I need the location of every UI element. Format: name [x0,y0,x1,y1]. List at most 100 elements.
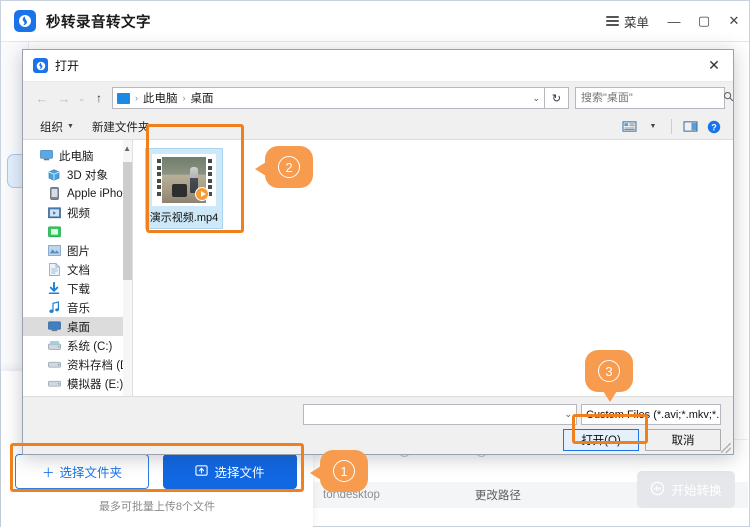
choose-file-label: 选择文件 [214,466,265,480]
start-convert-label: 开始转换 [671,484,722,498]
sidebar-label: 此电脑 [59,150,94,163]
file-list-area[interactable]: 演示视频.mp4 [133,140,733,396]
sidebar-item-system-drive[interactable]: 系统 (C:) [23,336,132,355]
callout-number: 1 [333,460,355,482]
dialog-sidebar: 此电脑 3D 对象 Apple iPhone 视频 图片 文档 下载 音乐 桌面… [23,140,133,396]
dialog-toolbar: 组织 ▼ 新建文件夹 ▼ ? [23,114,733,140]
iphone-icon [47,187,61,200]
sidebar-item-emulator-drive[interactable]: 模拟器 (E:) [23,374,132,393]
window-controls: 菜单 — ▢ ✕ [596,1,749,41]
breadcrumb-this-pc[interactable]: 此电脑 [143,90,178,106]
search-box[interactable] [575,87,734,109]
sidebar-item-music[interactable]: 音乐 [23,298,132,317]
sidebar-item-documents[interactable]: 文档 [23,260,132,279]
dialog-footer: ⌄ Custom Files (*.avi;*.mkv;*.m ⌄ 打开(O) … [23,396,733,454]
sidebar-label: 图片 [67,245,90,258]
sidebar-item-green-folder[interactable] [23,222,132,241]
dialog-close-icon[interactable]: ✕ [695,50,733,81]
back-icon[interactable]: ← [31,87,53,109]
organize-button[interactable]: 组织 ▼ [31,117,83,137]
system-drive-icon [47,339,61,352]
help-icon[interactable]: ? [703,117,725,137]
scrollbar-thumb[interactable] [123,162,132,280]
file-name-label: 演示视频.mp4 [149,212,219,224]
3d-objects-icon [47,168,61,181]
start-convert-button[interactable]: 开始转换 [637,471,735,508]
callout-badge-2: 2 [255,146,313,188]
chevron-down-icon[interactable]: ⌄ [561,409,572,420]
open-button[interactable]: 打开(O) [563,429,639,451]
filetype-select[interactable]: Custom Files (*.avi;*.mkv;*.m ⌄ [581,404,721,425]
choose-folder-button[interactable]: ＋ 选择文件夹 [15,454,149,489]
sidebar-label: 视频 [67,207,90,220]
sidebar-label: 文档 [67,264,90,277]
app-title: 秒转录音转文字 [46,14,151,31]
history-dropdown-icon[interactable]: ⌄ [75,87,88,109]
file-item-video[interactable]: 演示视频.mp4 [145,148,223,229]
sidebar-item-pictures[interactable]: 图片 [23,241,132,260]
menu-button[interactable]: 菜单 [596,1,659,41]
search-input[interactable] [581,92,723,104]
app-titlebar: 秒转录音转文字 菜单 — ▢ ✕ [1,1,749,42]
resize-grip[interactable] [721,443,731,453]
dialog-action-row: 打开(O) 取消 [563,429,721,451]
green-folder-icon [47,225,61,238]
choose-file-button[interactable]: 选择文件 [163,454,297,489]
this-pc-icon [39,149,53,162]
refresh-icon[interactable]: ↻ [545,87,569,109]
new-folder-button[interactable]: 新建文件夹 [83,117,159,137]
sidebar-label: 桌面 [67,321,90,334]
sidebar-item-3d-objects[interactable]: 3D 对象 [23,165,132,184]
breadcrumb-separator: › [135,93,138,103]
minimize-icon[interactable]: — [659,1,689,41]
callout-number: 3 [598,360,620,382]
sidebar-item-apple-iphone[interactable]: Apple iPhone [23,184,132,203]
filename-field[interactable]: ⌄ [303,404,577,425]
sidebar-item-this-pc[interactable]: 此电脑 [23,146,132,165]
upload-buttons: ＋ 选择文件夹 选择文件 [15,454,297,489]
change-path-link[interactable]: 更改路径 [475,487,521,503]
file-select-icon [195,464,209,480]
downloads-icon [47,282,61,295]
view-dropdown-icon[interactable]: ▼ [642,117,664,137]
sidebar-item-downloads[interactable]: 下载 [23,279,132,298]
preview-pane-icon[interactable] [679,117,701,137]
video-thumbnail-icon [152,154,216,206]
organize-label: 组织 [40,121,63,134]
filename-row: ⌄ Custom Files (*.avi;*.mkv;*.m ⌄ [303,404,721,425]
breadcrumb-desktop[interactable]: 桌面 [191,90,214,106]
sidebar-scrollbar[interactable]: ▲ [123,140,132,396]
toolbar-right-group: ▼ ? [618,117,725,137]
sidebar-label: 模拟器 (E:) [67,378,124,391]
sidebar-item-archive-drive[interactable]: 资料存档 (D:) [23,355,132,374]
music-icon [47,301,61,314]
dialog-titlebar: 打开 ✕ [23,50,733,82]
sidebar-item-videos[interactable]: 视频 [23,203,132,222]
filename-input[interactable] [308,408,562,421]
forward-icon[interactable]: → [53,87,75,109]
new-folder-label: 新建文件夹 [91,121,150,134]
scroll-up-icon[interactable]: ▲ [123,144,131,153]
up-icon[interactable]: ↑ [88,87,110,109]
sidebar-item-desktop[interactable]: 桌面 [23,317,132,336]
view-layout-icon[interactable] [618,117,640,137]
upload-limit-text: 最多可批量上传8个文件 [98,501,216,513]
desktop-icon [47,320,61,333]
toolbar-divider [671,119,672,134]
sidebar-label: 音乐 [67,302,90,315]
videos-icon [47,206,61,219]
close-icon[interactable]: ✕ [719,1,749,41]
cancel-button[interactable]: 取消 [645,429,721,451]
breadcrumb-separator: › [182,93,186,103]
callout-number: 2 [278,156,300,178]
chevron-down-icon[interactable]: ⌄ [532,93,540,104]
choose-folder-label: 选择文件夹 [59,466,123,480]
maximize-icon[interactable]: ▢ [689,1,719,41]
chevron-down-icon: ▼ [67,123,74,130]
plus-icon: ＋ [41,466,55,480]
chevron-down-icon: ▼ [649,123,657,130]
filetype-value: Custom Files (*.avi;*.mkv;*.m [586,408,721,421]
address-bar[interactable]: › 此电脑 › 桌面 ⌄ [112,87,545,109]
dialog-navbar: ← → ⌄ ↑ › 此电脑 › 桌面 ⌄ ↻ [23,82,734,114]
pictures-icon [47,244,61,257]
